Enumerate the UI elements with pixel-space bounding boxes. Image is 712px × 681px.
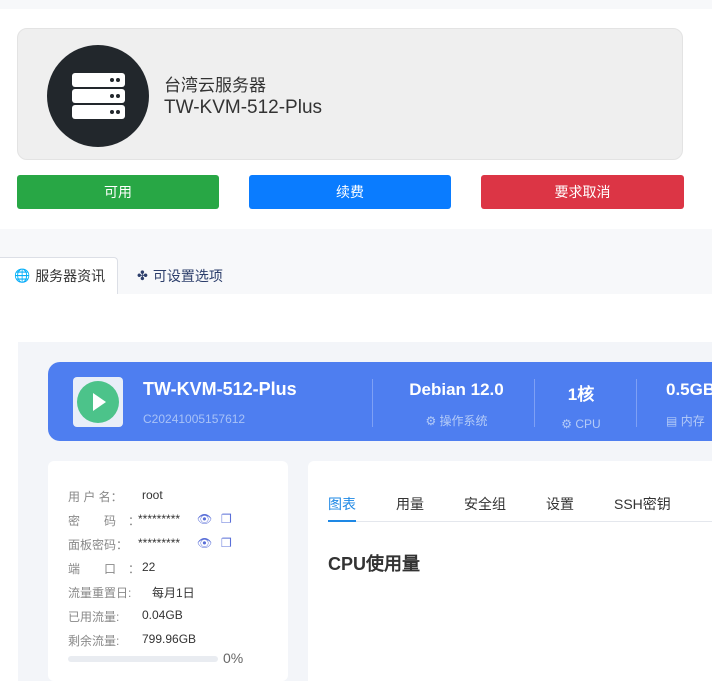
cpu-icon: ⚙ [561,417,573,431]
eye-icon[interactable]: 👁 [197,536,212,550]
panel-password-value: ********* [138,536,181,550]
port-value: 22 [142,560,156,574]
cubes-icon: ✤ [137,267,148,283]
tab-usage[interactable]: 用量 [396,494,424,514]
monitor-panel: 图表 用量 安全组 设置 SSH密钥 CPU使用量 [308,461,712,681]
credentials-panel: 用 户 名： root 密 码 ： ********* 👁 ❐ 面板密码： **… [48,461,288,681]
panel-title: CPU使用量 [328,554,421,574]
tab-security-group[interactable]: 安全组 [464,494,506,514]
tab-server-info[interactable]: 🌐 服务器资讯 [0,257,118,295]
remaining-traffic-value: 799.96GB [142,632,197,646]
divider [534,379,535,427]
used-traffic-row: 已用流量: 0.04GB [68,608,183,624]
banner-server-name: TW-KVM-512-Plus [143,379,297,399]
remaining-traffic-row: 剩余流量: 799.96GB [68,632,197,648]
password-row: 密 码 ： ********* 👁 ❐ [68,512,232,528]
tab-ssh-keys[interactable]: SSH密钥 [614,494,671,514]
server-name: TW-KVM-512-Plus [164,97,323,118]
copy-icon[interactable]: ❐ [221,512,233,526]
username-value: root [142,488,163,502]
globe-icon: 🌐 [14,268,31,283]
service-id: C20241005157612 [143,412,246,426]
port-row: 端 口 ： 22 [68,560,156,576]
traffic-percent: 0% [223,650,244,666]
divider [636,379,637,427]
os-stat: Debian 12.0 ⚙ 操作系统 [409,380,504,428]
divider [372,379,373,427]
gear-icon: ⚙ [425,414,437,428]
password-value: ********* [138,512,181,526]
copy-icon[interactable]: ❐ [221,536,233,550]
tab-chart[interactable]: 图表 [328,494,356,514]
reset-day-row: 流量重置日: 每月1日 [68,586,195,600]
server-region: 台湾云服务器 [164,76,266,95]
tab-settings[interactable]: 设置 [546,494,574,514]
tab-config-options[interactable]: ✤ 可设置选项 [137,257,223,294]
tab-divider [328,521,712,522]
memory-stat: 0.5GB ▤ 内存 [666,380,712,428]
status-box [73,377,123,427]
eye-icon[interactable]: 👁 [197,512,212,526]
username-row: 用 户 名： root [68,488,163,504]
server-icon [47,45,149,147]
panel-password-row: 面板密码： ********* 👁 ❐ [68,536,232,552]
used-traffic-value: 0.04GB [142,608,183,622]
server-card: 台湾云服务器 TW-KVM-512-Plus [17,28,683,160]
cpu-stat: 1核 ⚙ CPU [561,385,601,431]
cancel-button[interactable]: 要求取消 [481,175,684,209]
play-icon[interactable] [77,381,119,423]
active-tab-indicator [328,520,356,522]
server-banner: TW-KVM-512-Plus C20241005157612 Debian 1… [48,362,712,441]
reset-day-value: 每月1日 [152,586,195,600]
status-button[interactable]: 可用 [17,175,219,209]
renew-button[interactable]: 续费 [249,175,451,209]
tab-bar: 🌐 服务器资讯 ✤ 可设置选项 [0,257,712,295]
memory-icon: ▤ [666,414,678,428]
traffic-progress-bar [68,656,218,662]
